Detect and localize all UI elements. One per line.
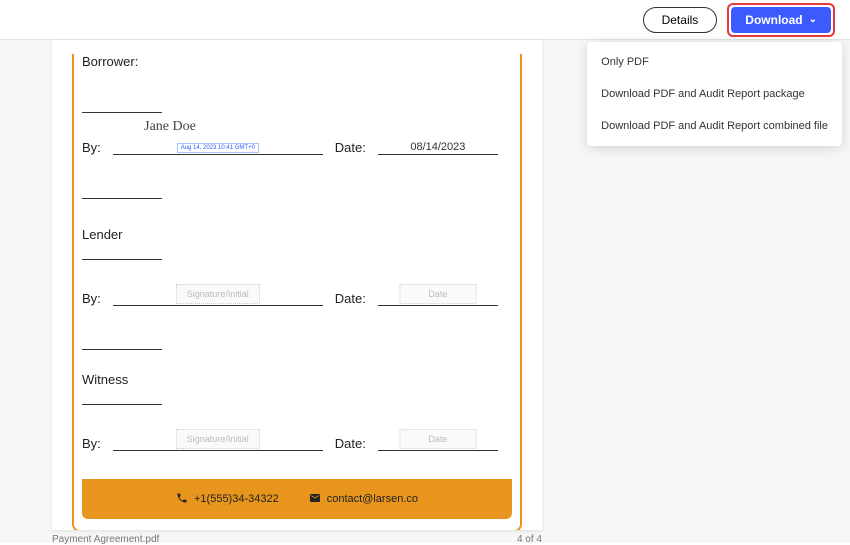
borrower-date-label: Date:	[335, 140, 366, 155]
lender-by-label: By:	[82, 291, 101, 306]
lender-heading: Lender	[82, 227, 512, 242]
lender-date-line[interactable]: Date	[378, 286, 498, 306]
borrower-signature-stamp: Aug 14, 2023 10:41 GMT+0	[177, 143, 259, 153]
download-option-combined[interactable]: Download PDF and Audit Report combined f…	[587, 110, 842, 142]
witness-by-label: By:	[82, 436, 101, 451]
borrower-signed-name: Jane Doe	[100, 119, 240, 135]
lender-underline	[82, 244, 162, 260]
lender-underline2	[82, 334, 162, 350]
witness-date-line[interactable]: Date	[378, 431, 498, 451]
lender-date-label: Date:	[335, 291, 366, 306]
witness-underline	[82, 389, 162, 405]
footer-email: contact@larsen.co	[309, 492, 418, 507]
witness-date-placeholder: Date	[399, 429, 476, 449]
lender-signature-row: By: Signature/Initial Date: Date	[82, 286, 512, 306]
download-button[interactable]: Download ⌄	[731, 7, 831, 33]
witness-signature-row: By: Signature/Initial Date: Date	[82, 431, 512, 451]
borrower-underline2	[82, 183, 162, 199]
document-filename: Payment Agreement.pdf	[52, 534, 159, 545]
viewer-footer: Payment Agreement.pdf 4 of 4	[52, 534, 542, 545]
borrower-heading: Borrower:	[82, 54, 512, 69]
details-button[interactable]: Details	[643, 7, 718, 33]
page-indicator: 4 of 4	[517, 534, 542, 545]
download-dropdown: Only PDF Download PDF and Audit Report p…	[587, 42, 842, 146]
lender-signature-line[interactable]: Signature/Initial	[113, 286, 323, 306]
lender-signature-placeholder: Signature/Initial	[176, 284, 260, 304]
document-footer: +1(555)34-34322 contact@larsen.co	[82, 479, 512, 519]
document-content: Borrower: Jane Doe By: Aug 14, 2023 10:4…	[72, 54, 522, 530]
email-icon	[309, 492, 321, 507]
document-page: Borrower: Jane Doe By: Aug 14, 2023 10:4…	[52, 40, 542, 530]
lender-date-placeholder: Date	[399, 284, 476, 304]
borrower-signature-line: Aug 14, 2023 10:41 GMT+0	[113, 135, 323, 155]
footer-phone: +1(555)34-34322	[176, 492, 279, 507]
footer-email-text: contact@larsen.co	[327, 493, 418, 505]
download-button-label: Download	[745, 13, 802, 27]
top-toolbar: Details Download ⌄	[0, 0, 850, 40]
witness-date-label: Date:	[335, 436, 366, 451]
borrower-underline	[82, 97, 162, 113]
phone-icon	[176, 492, 188, 507]
download-option-package[interactable]: Download PDF and Audit Report package	[587, 78, 842, 110]
footer-phone-text: +1(555)34-34322	[194, 493, 279, 505]
witness-signature-placeholder: Signature/Initial	[176, 429, 260, 449]
witness-signature-line[interactable]: Signature/Initial	[113, 431, 323, 451]
borrower-date-line: 08/14/2023	[378, 135, 498, 155]
borrower-signature-row: By: Aug 14, 2023 10:41 GMT+0 Date: 08/14…	[82, 135, 512, 155]
borrower-date-value: 08/14/2023	[410, 141, 465, 153]
download-option-pdf[interactable]: Only PDF	[587, 46, 842, 78]
chevron-down-icon: ⌄	[809, 14, 817, 25]
borrower-by-label: By:	[82, 140, 101, 155]
witness-heading: Witness	[82, 372, 512, 387]
download-highlight: Download ⌄	[727, 3, 835, 37]
